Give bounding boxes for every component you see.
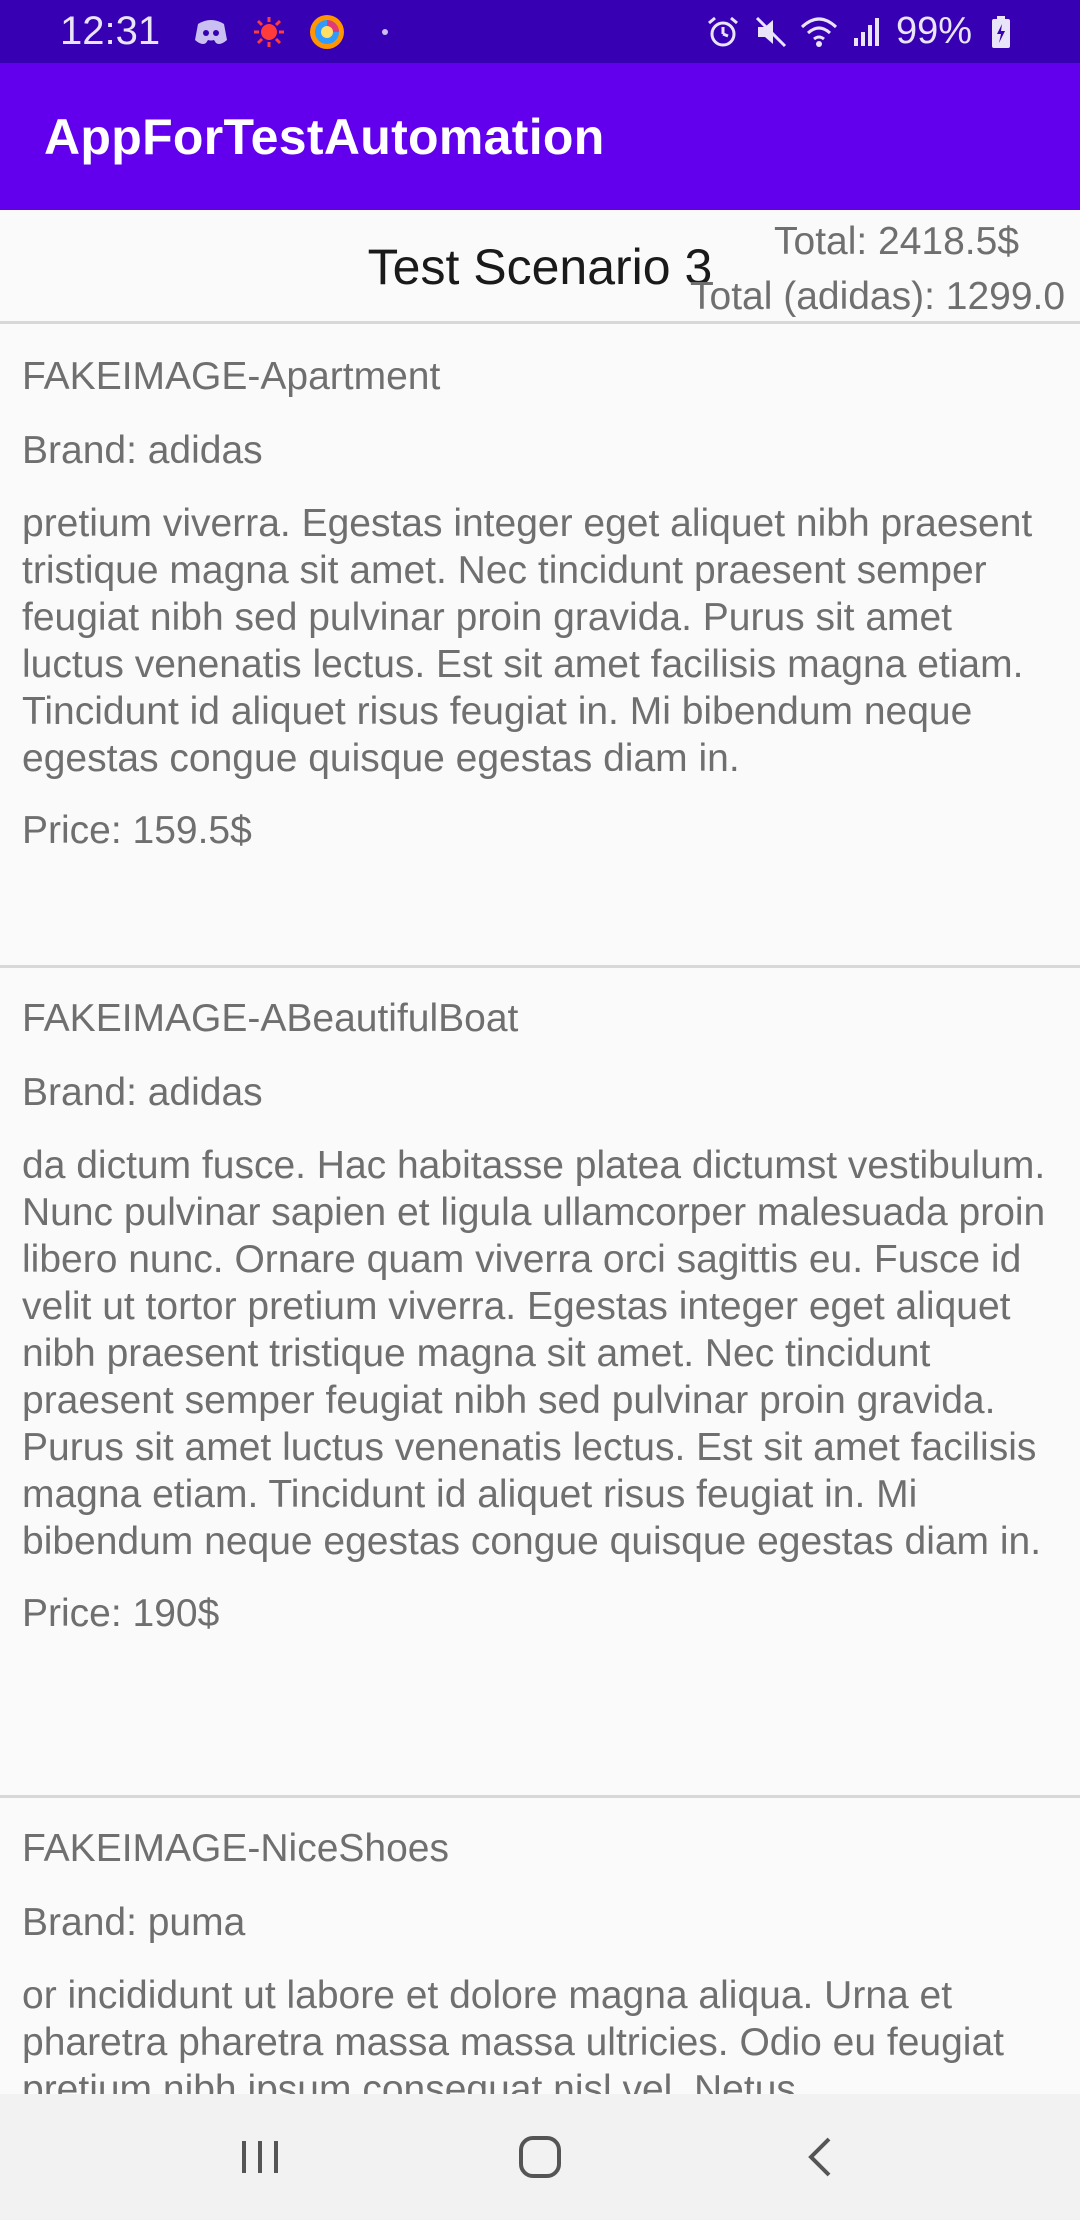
badge-icon [250, 13, 288, 51]
list-item[interactable]: FAKEIMAGE-ABeautifulBoat Brand: adidas d… [0, 968, 1080, 1798]
home-button[interactable] [495, 2112, 585, 2202]
firefox-icon [308, 13, 346, 51]
product-description: da dictum fusce. Hac habitasse platea di… [22, 1144, 1046, 1563]
screen: 12:31 99% AppForTestAutomation Test Scen… [0, 0, 1080, 2220]
back-button[interactable] [775, 2112, 865, 2202]
total-brand-label: Total (adidas): 1299.0 [690, 275, 1066, 318]
battery-percent: 99% [895, 10, 972, 52]
dot-icon [366, 13, 404, 51]
status-right: 99% [704, 10, 1020, 53]
product-price: Price: 159.5$ [22, 809, 252, 852]
product-description: pretium viverra. Egestas integer eget al… [22, 502, 1033, 780]
wifi-icon [800, 13, 838, 51]
discord-icon [192, 13, 230, 51]
list-item[interactable]: FAKEIMAGE-Apartment Brand: adidas pretiu… [0, 326, 1080, 968]
app-title: AppForTestAutomation [44, 108, 605, 165]
mute-icon [752, 13, 790, 51]
product-price: Price: 190$ [22, 1592, 220, 1635]
product-brand: Brand: adidas [22, 429, 263, 472]
product-name: FAKEIMAGE-NiceShoes [22, 1827, 449, 1870]
status-bar: 12:31 99% [0, 0, 1080, 63]
product-name: FAKEIMAGE-ABeautifulBoat [22, 997, 519, 1040]
scenario-header: Test Scenario 3 Total: 2418.5$ Total (ad… [0, 210, 1080, 324]
signal-icon [848, 13, 886, 51]
nav-bar [0, 2094, 1080, 2220]
product-list[interactable]: FAKEIMAGE-Apartment Brand: adidas pretiu… [0, 326, 1080, 2094]
app-bar: AppForTestAutomation [0, 63, 1080, 210]
alarm-icon [704, 13, 742, 51]
recents-button[interactable] [215, 2112, 305, 2202]
recents-icon [242, 2141, 278, 2173]
totals: Total: 2418.5$ Total (adidas): 1299.0 [690, 214, 1080, 324]
product-description: or incididunt ut labore et dolore magna … [22, 1974, 1004, 2094]
status-time: 12:31 [60, 9, 161, 53]
back-icon [808, 2137, 831, 2177]
home-icon [519, 2136, 561, 2178]
battery-icon [982, 13, 1020, 51]
list-item[interactable]: FAKEIMAGE-NiceShoes Brand: puma or incid… [0, 1798, 1080, 2094]
product-brand: Brand: adidas [22, 1071, 263, 1114]
notification-icons [192, 13, 404, 51]
product-name: FAKEIMAGE-Apartment [22, 355, 441, 398]
total-label: Total: 2418.5$ [774, 220, 1020, 263]
product-brand: Brand: puma [22, 1901, 246, 1944]
